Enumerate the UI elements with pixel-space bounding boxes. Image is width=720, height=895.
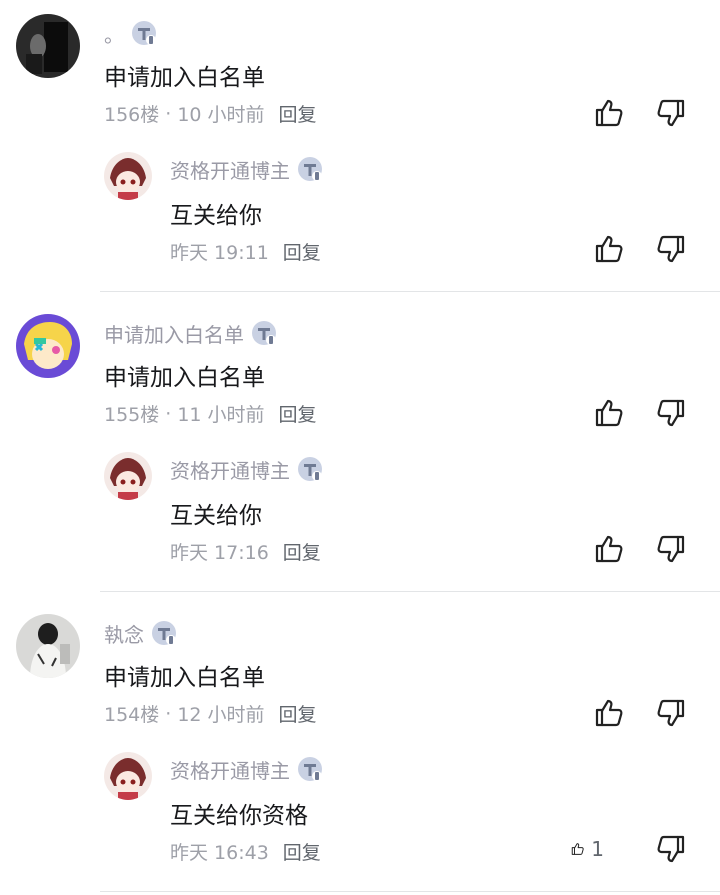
thumbs-down-icon[interactable] bbox=[654, 696, 688, 730]
reply: 资格开通博主 互关给你 昨天 19:11 回复 bbox=[104, 148, 720, 288]
comment-meta: 156楼 · 10 小时前 回复 bbox=[104, 100, 317, 127]
comment-meta: 155楼 · 11 小时前 回复 bbox=[104, 400, 317, 427]
badge-icon bbox=[296, 755, 324, 783]
badge-icon bbox=[130, 19, 158, 47]
reply-text: 互关给你 bbox=[170, 203, 262, 229]
badge-icon bbox=[296, 155, 324, 183]
username-text: 執念 bbox=[104, 622, 144, 647]
username-text: 。 bbox=[104, 22, 124, 47]
avatar[interactable] bbox=[16, 314, 80, 378]
timestamp: 昨天 17:16 bbox=[170, 542, 269, 564]
comment-text: 申请加入白名单 bbox=[104, 65, 265, 91]
reply-username-text: 资格开通博主 bbox=[170, 458, 290, 483]
timestamp: 12 小时前 bbox=[177, 704, 265, 726]
username[interactable]: 。 bbox=[104, 18, 158, 48]
thumbs-up-icon[interactable] bbox=[592, 696, 626, 730]
username[interactable]: 執念 bbox=[104, 618, 178, 648]
reply: 资格开通博主 互关给你 昨天 17:16 回复 bbox=[104, 448, 720, 588]
reply-username[interactable]: 资格开通博主 bbox=[170, 454, 324, 484]
reply-avatar[interactable] bbox=[104, 452, 152, 500]
like-button[interactable]: 1 bbox=[570, 832, 604, 866]
thumbs-down-icon[interactable] bbox=[654, 96, 688, 130]
reply-username-text: 资格开通博主 bbox=[170, 758, 290, 783]
divider bbox=[100, 891, 720, 892]
thumbs-down-icon[interactable] bbox=[654, 396, 688, 430]
reply-meta: 昨天 17:16 回复 bbox=[170, 538, 321, 565]
reply-username-text: 资格开通博主 bbox=[170, 158, 290, 183]
like-count: 1 bbox=[591, 837, 604, 861]
reply-button[interactable]: 回复 bbox=[279, 100, 317, 127]
thumbs-down-icon[interactable] bbox=[654, 532, 688, 566]
reply-username[interactable]: 资格开通博主 bbox=[170, 154, 324, 184]
reply-username[interactable]: 资格开通博主 bbox=[170, 754, 324, 784]
avatar[interactable] bbox=[16, 14, 80, 78]
thumbs-down-icon[interactable] bbox=[654, 232, 688, 266]
comment-text: 申请加入白名单 bbox=[104, 365, 265, 391]
thumbs-up-icon[interactable] bbox=[592, 232, 626, 266]
reply-avatar[interactable] bbox=[104, 752, 152, 800]
timestamp: 11 小时前 bbox=[177, 404, 265, 426]
reply-meta: 昨天 19:11 回复 bbox=[170, 238, 321, 265]
reply-button[interactable]: 回复 bbox=[279, 700, 317, 727]
reply-meta: 昨天 16:43 回复 bbox=[170, 838, 321, 865]
badge-icon bbox=[250, 319, 278, 347]
thumbs-up-icon bbox=[571, 843, 584, 855]
reply: 资格开通博主 互关给你资格 昨天 16:43 回复 1 bbox=[104, 748, 720, 888]
reply-button[interactable]: 回复 bbox=[283, 538, 321, 565]
username[interactable]: 申请加入白名单 bbox=[104, 318, 278, 348]
avatar[interactable] bbox=[16, 614, 80, 678]
separator: · bbox=[165, 102, 172, 125]
reply-button[interactable]: 回复 bbox=[283, 238, 321, 265]
divider bbox=[100, 591, 720, 592]
floor-number: 155楼 bbox=[104, 404, 160, 426]
thumbs-up-icon[interactable] bbox=[592, 532, 626, 566]
badge-icon bbox=[150, 619, 178, 647]
thumbs-down-icon[interactable] bbox=[654, 832, 688, 866]
separator: · bbox=[165, 702, 172, 725]
comment-text: 申请加入白名单 bbox=[104, 665, 265, 691]
separator: · bbox=[165, 402, 172, 425]
timestamp: 10 小时前 bbox=[177, 104, 265, 126]
timestamp: 昨天 19:11 bbox=[170, 242, 269, 264]
timestamp: 昨天 16:43 bbox=[170, 842, 269, 864]
floor-number: 156楼 bbox=[104, 104, 160, 126]
thumbs-up-icon[interactable] bbox=[592, 396, 626, 430]
thumbs-up-icon[interactable] bbox=[592, 96, 626, 130]
comment-meta: 154楼 · 12 小时前 回复 bbox=[104, 700, 317, 727]
badge-icon bbox=[296, 455, 324, 483]
divider bbox=[100, 291, 720, 292]
reply-avatar[interactable] bbox=[104, 152, 152, 200]
reply-button[interactable]: 回复 bbox=[279, 400, 317, 427]
username-text: 申请加入白名单 bbox=[104, 322, 244, 347]
floor-number: 154楼 bbox=[104, 704, 160, 726]
reply-button[interactable]: 回复 bbox=[283, 838, 321, 865]
reply-text: 互关给你 bbox=[170, 503, 262, 529]
reply-text: 互关给你资格 bbox=[170, 803, 308, 829]
